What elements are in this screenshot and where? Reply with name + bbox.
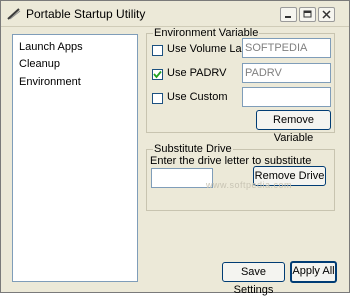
list-item-launch-apps[interactable]: Launch Apps — [19, 41, 83, 53]
maximize-button[interactable] — [299, 7, 316, 22]
padrv-field[interactable]: PADRV — [242, 63, 331, 83]
title-bar[interactable]: Portable Startup Utility — [1, 1, 349, 27]
app-icon — [7, 7, 21, 21]
remove-variable-button[interactable]: Remove Variable — [256, 110, 331, 144]
maximize-icon — [303, 10, 312, 18]
list-item-cleanup[interactable]: Cleanup — [19, 58, 60, 70]
volume-label-field[interactable]: SOFTPEDIA — [242, 38, 331, 58]
watermark-text: www.softpedia.com — [206, 180, 293, 190]
close-icon — [322, 10, 331, 19]
window-title: Portable Startup Utility — [26, 7, 146, 21]
environment-variable-group: Environment Variable Use Volume Label SO… — [146, 27, 335, 144]
minimize-button[interactable] — [280, 7, 297, 22]
custom-checkbox-label: Use Custom — [167, 91, 228, 103]
padrv-checkbox[interactable] — [152, 69, 163, 80]
minimize-icon — [285, 16, 291, 18]
check-icon — [153, 70, 162, 79]
list-item-environment[interactable]: Environment — [19, 76, 81, 88]
padrv-checkbox-label: Use PADRV — [167, 67, 227, 79]
volume-label-checkbox[interactable] — [152, 45, 163, 56]
save-settings-button[interactable]: Save Settings — [222, 262, 285, 296]
section-list[interactable]: Launch Apps Cleanup Environment — [12, 34, 138, 282]
custom-checkbox[interactable] — [152, 93, 163, 104]
drive-letter-field[interactable] — [151, 168, 213, 188]
substitute-drive-title: Substitute Drive — [153, 143, 233, 155]
close-button[interactable] — [318, 7, 335, 22]
apply-all-button[interactable]: Apply All — [290, 261, 337, 283]
custom-field[interactable] — [242, 87, 331, 107]
app-window: Portable Startup Utility Launch Apps Cle… — [0, 0, 350, 296]
